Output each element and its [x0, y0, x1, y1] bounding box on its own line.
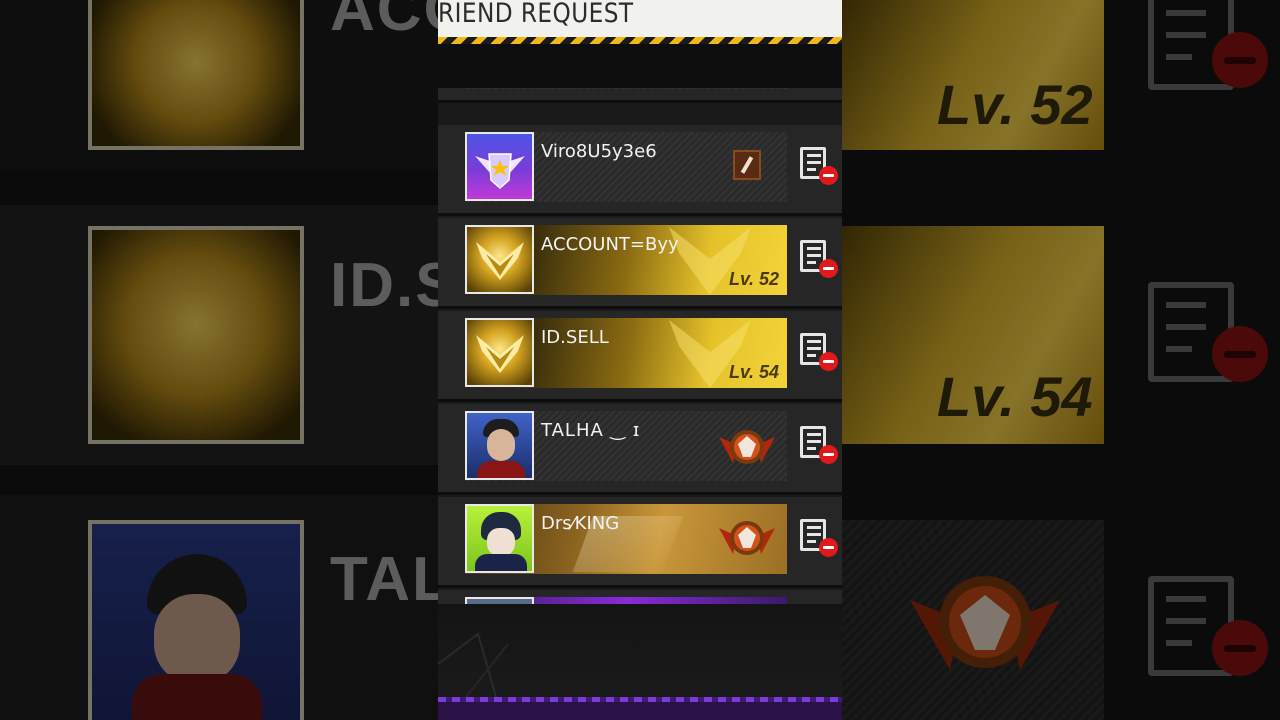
- player-name: Viro8U5y3e6: [541, 141, 657, 162]
- player-banner[interactable]: Viro8U5y3e6: [465, 132, 787, 202]
- page-title: RIEND REQUEST: [438, 0, 634, 29]
- player-name: ID.SELL: [541, 327, 609, 348]
- decline-icon: [819, 445, 838, 464]
- player-banner[interactable]: Drs⁄KING: [465, 504, 787, 574]
- player-banner[interactable]: [465, 597, 787, 604]
- background-right: Lv. 52 Lv. 54: [842, 0, 1280, 720]
- gold-wings-emblem-icon: [475, 241, 524, 280]
- decline-request-button[interactable]: [798, 145, 838, 185]
- friend-request-panel: RIEND REQUEST Viro8U5y3e6 ACCOUNT=Byy Lv…: [438, 0, 842, 720]
- player-name: TALHA ‿ ɪ: [541, 420, 641, 441]
- footer-base: [438, 702, 842, 720]
- player-banner[interactable]: [465, 88, 787, 89]
- bullet-rank-icon: [733, 150, 761, 180]
- avatar: [465, 597, 534, 604]
- player-banner[interactable]: ID.SELL Lv. 54: [465, 318, 787, 388]
- list-item[interactable]: [438, 88, 842, 105]
- avatar: [465, 132, 534, 201]
- request-list[interactable]: Viro8U5y3e6 ACCOUNT=Byy Lv. 52 ID.SELL L…: [438, 88, 842, 604]
- list-item[interactable]: [438, 590, 842, 604]
- decline-request-button[interactable]: [798, 331, 838, 371]
- player-level: Lv. 52: [728, 269, 779, 289]
- decline-request-button[interactable]: [798, 517, 838, 557]
- panel-header: RIEND REQUEST: [438, 0, 842, 40]
- list-item[interactable]: ACCOUNT=Byy Lv. 52: [438, 218, 842, 311]
- decline-icon: [819, 538, 838, 557]
- decline-icon: [819, 166, 838, 185]
- background-left: ACC ID.S TAL: [0, 0, 438, 720]
- decline-request-button[interactable]: [798, 424, 838, 464]
- player-name: Drs⁄KING: [541, 513, 620, 534]
- player-banner[interactable]: TALHA ‿ ɪ: [465, 411, 787, 481]
- avatar: [465, 411, 534, 480]
- avatar: [465, 504, 534, 573]
- gold-wings-emblem-icon: [475, 334, 524, 373]
- decline-request-button[interactable]: [798, 238, 838, 278]
- decline-icon: [819, 352, 838, 371]
- heroic-rank-badge-icon: [719, 430, 775, 464]
- list-item[interactable]: Drs⁄KING: [438, 497, 842, 590]
- header-subbar: [438, 44, 842, 88]
- avatar: [465, 318, 534, 387]
- list-item[interactable]: Viro8U5y3e6: [438, 125, 842, 218]
- player-level: Lv. 54: [728, 362, 779, 382]
- player-name: ACCOUNT=Byy: [541, 234, 679, 255]
- player-banner[interactable]: ACCOUNT=Byy Lv. 52: [465, 225, 787, 295]
- hazard-stripe: [438, 37, 842, 44]
- heroic-rank-badge-icon: [719, 521, 775, 555]
- avatar: [465, 225, 534, 294]
- star-wings-badge-icon: [474, 152, 525, 189]
- list-item[interactable]: TALHA ‿ ɪ: [438, 404, 842, 497]
- decline-icon: [819, 259, 838, 278]
- list-item[interactable]: ID.SELL Lv. 54: [438, 311, 842, 404]
